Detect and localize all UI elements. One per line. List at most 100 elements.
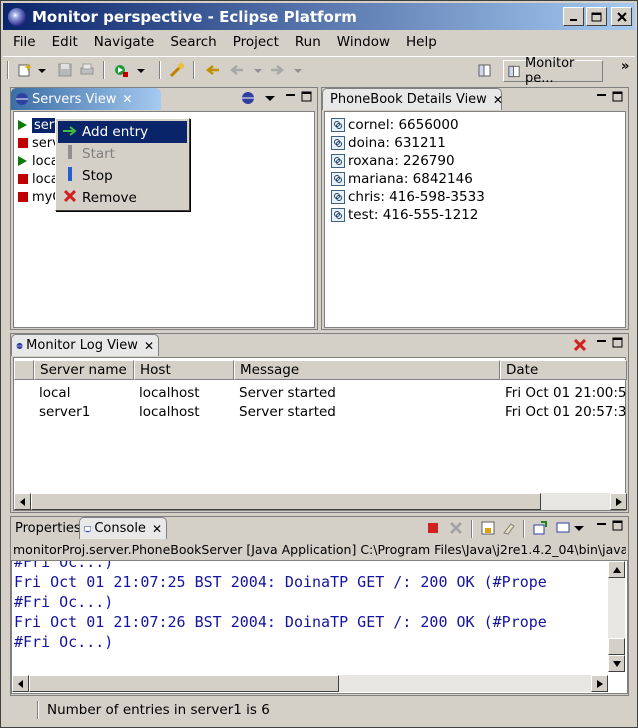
column-header-server-name[interactable]: Server name: [34, 360, 134, 380]
more-perspectives-chevron[interactable]: »: [621, 59, 629, 74]
scroll-right-button[interactable]: [591, 675, 608, 692]
clear-log-icon[interactable]: [574, 339, 586, 351]
close-button[interactable]: [611, 7, 632, 26]
run-debug-icon[interactable]: [113, 62, 129, 78]
menu-item-stop[interactable]: Stop: [58, 165, 187, 187]
tab-console[interactable]: Console ✕: [79, 517, 167, 539]
chevron-down-icon: [294, 69, 302, 73]
chevron-down-icon[interactable]: [136, 62, 146, 78]
scroll-lock-icon[interactable]: [481, 521, 495, 535]
list-item[interactable]: mariana: 6842146: [331, 170, 473, 188]
tab-properties[interactable]: Properties: [11, 517, 81, 539]
stopped-icon: [18, 138, 28, 148]
console-panel: Properties Console ✕ monitorProj.server.…: [10, 516, 629, 696]
menu-file[interactable]: File: [3, 34, 44, 50]
close-tab-icon[interactable]: ✕: [122, 92, 132, 106]
stop-icon: [62, 167, 78, 185]
minimize-view-icon[interactable]: [285, 91, 297, 103]
list-item[interactable]: cornel: 6656000: [331, 116, 459, 134]
console-output[interactable]: #Fri Oc...) Fri Oct 01 21:07:25 BST 2004…: [11, 560, 628, 694]
toolbar-separator: [103, 61, 105, 79]
maximize-view-icon[interactable]: [612, 520, 624, 532]
clear-console-icon[interactable]: [502, 521, 516, 535]
close-tab-icon[interactable]: ✕: [493, 93, 503, 107]
maximize-view-icon[interactable]: [612, 91, 624, 103]
maximize-view-icon[interactable]: [612, 337, 624, 349]
tab-phonebook-details[interactable]: PhoneBook Details View ✕: [322, 88, 503, 110]
maximize-button[interactable]: [586, 7, 607, 26]
close-tab-icon[interactable]: ✕: [144, 339, 154, 353]
list-item[interactable]: doina: 631211: [331, 134, 446, 152]
console-line: #Fri Oc...): [14, 560, 114, 571]
perspective-monitor-button[interactable]: Monitor pe...: [503, 56, 603, 86]
scroll-up-button[interactable]: [608, 561, 625, 578]
open-type-icon[interactable]: [169, 62, 185, 78]
table-cell[interactable]: Fri Oct 01 21:00:50: [505, 385, 627, 401]
title-bar[interactable]: Monitor perspective - Eclipse Platform: [3, 3, 635, 30]
tab-servers-view[interactable]: Servers View ✕: [11, 88, 161, 110]
table-cell[interactable]: localhost: [139, 385, 200, 401]
menu-help[interactable]: Help: [398, 34, 445, 50]
toolbar-separator: [159, 61, 161, 79]
minimize-view-icon[interactable]: [596, 91, 608, 103]
column-header-host[interactable]: Host: [134, 360, 234, 380]
list-item[interactable]: roxana: 226790: [331, 152, 455, 170]
terminate-icon[interactable]: [427, 522, 439, 534]
menu-search[interactable]: Search: [162, 34, 224, 50]
tab-monitor-log[interactable]: Monitor Log View ✕: [11, 334, 159, 356]
console-line: #Fri Oc...): [14, 593, 114, 611]
column-header-blank[interactable]: [14, 360, 34, 380]
remove-icon: [62, 189, 78, 206]
menu-item-remove[interactable]: Remove: [58, 187, 187, 209]
scroll-left-button[interactable]: [12, 675, 29, 692]
menu-navigate[interactable]: Navigate: [86, 34, 163, 50]
monitor-log-icon: [16, 342, 23, 349]
pin-console-icon[interactable]: [533, 521, 547, 535]
list-item[interactable]: chris: 416-598-3533: [331, 188, 485, 206]
table-cell[interactable]: server1: [39, 404, 90, 420]
server-context-menu: Add entry Start Stop Remove: [55, 118, 190, 211]
scroll-down-button[interactable]: [608, 655, 625, 672]
table-cell[interactable]: local: [39, 385, 70, 401]
entry-icon: [331, 118, 345, 132]
scroll-thumb[interactable]: [608, 638, 625, 655]
menu-item-start: Start: [58, 143, 187, 165]
scroll-left-button[interactable]: [14, 493, 31, 510]
chevron-down-icon[interactable]: [37, 62, 47, 78]
column-header-date[interactable]: Date: [500, 360, 627, 380]
display-console-icon[interactable]: [556, 521, 570, 535]
view-menu-icon[interactable]: [265, 91, 275, 105]
scroll-right-button[interactable]: [610, 493, 627, 510]
console-process-header: monitorProj.server.PhoneBookServer [Java…: [13, 542, 626, 557]
open-perspective-icon[interactable]: [477, 62, 493, 78]
table-cell[interactable]: localhost: [139, 404, 200, 420]
menu-item-add-entry[interactable]: Add entry: [58, 121, 187, 143]
scroll-thumb[interactable]: [31, 493, 541, 510]
table-cell[interactable]: Server started: [239, 385, 336, 401]
table-cell[interactable]: Server started: [239, 404, 336, 420]
chevron-down-icon[interactable]: [574, 521, 584, 535]
back-icon: [229, 65, 243, 75]
last-edit-icon[interactable]: [205, 62, 221, 78]
maximize-view-icon[interactable]: [301, 91, 313, 103]
entry-icon: [331, 154, 345, 168]
list-item[interactable]: test: 416-555-1212: [331, 206, 478, 224]
menu-project[interactable]: Project: [225, 34, 287, 50]
entry-icon: [331, 136, 345, 150]
minimize-view-icon[interactable]: [596, 520, 608, 532]
table-cell[interactable]: Fri Oct 01 20:57:37: [505, 404, 627, 420]
view-toolbar-icon[interactable]: [241, 91, 255, 105]
eclipse-icon: [8, 7, 26, 26]
menu-window[interactable]: Window: [329, 34, 398, 50]
scroll-thumb[interactable]: [29, 675, 339, 692]
minimize-view-icon[interactable]: [596, 337, 608, 349]
column-header-message[interactable]: Message: [234, 360, 500, 380]
minimize-button[interactable]: [563, 7, 584, 26]
list-item[interactable]: serv: [18, 134, 60, 152]
close-tab-icon[interactable]: ✕: [152, 522, 162, 536]
new-wizard-icon[interactable]: [17, 62, 33, 78]
menu-run[interactable]: Run: [287, 34, 329, 50]
menu-edit[interactable]: Edit: [44, 34, 86, 50]
entry-icon: [331, 172, 345, 186]
tab-label: Servers View: [32, 91, 117, 107]
